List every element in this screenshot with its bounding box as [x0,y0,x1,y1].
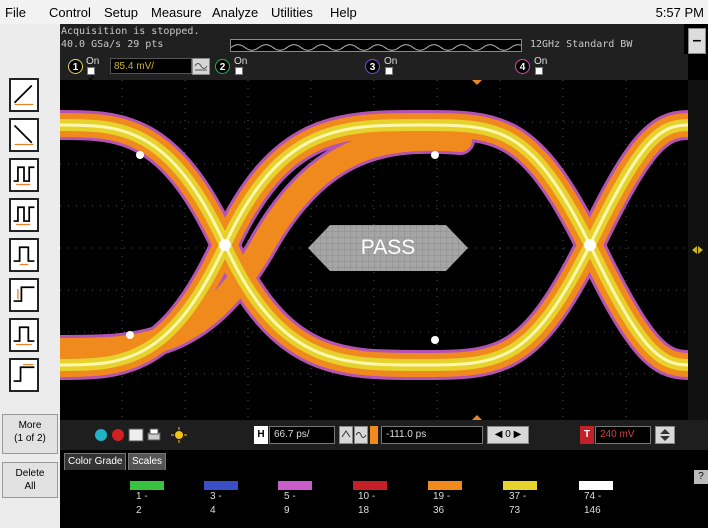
reference-selector[interactable]: ◀ 0 ▶ [487,426,529,444]
time-per-division-field[interactable]: 66.7 ps/ [269,426,335,444]
channel-1-waveform-icon[interactable] [192,58,210,75]
legend-swatch [130,481,164,490]
menu-bar: File Control Setup Measure Analyze Utili… [0,0,708,24]
waveform-scale-button[interactable] [354,426,368,444]
ref-value: 0 [505,429,511,440]
legend-swatch [428,481,462,490]
tab-color-grade[interactable]: Color Grade [64,453,127,471]
channel-2-on-label: On [234,56,248,67]
legend-range-bottom: 2 [136,505,142,516]
collapse-button[interactable]: – [688,28,706,54]
save-screen-icon[interactable] [128,427,144,448]
trigger-level-field[interactable]: 240 mV [595,426,651,444]
channel-2-checkbox[interactable] [235,67,243,75]
more-page-label: (1 of 2) [14,433,46,444]
delay-field[interactable]: -111.0 ps [381,426,483,444]
delete-all-button[interactable]: Delete All [2,462,58,498]
fine-adjust-button[interactable] [339,426,353,444]
control-bar: H 66.7 ps/ -111.0 ps ◀ 0 ▶ T 240 mV [60,420,688,450]
menu-help[interactable]: Help [330,5,357,20]
legend-range-top: 19 - [433,491,451,502]
legend-range-top: 3 - [210,491,222,502]
acquisition-state: Acquisition is stopped. [61,26,200,37]
ref-right-arrow[interactable]: ▶ [514,429,522,440]
menu-measure[interactable]: Measure [151,5,202,20]
legend-range-bottom: 18 [358,505,370,516]
fall-time-icon[interactable] [9,118,39,152]
legend-range-bottom: 146 [584,505,601,516]
period-icon[interactable] [9,158,39,192]
left-toolbar: More (1 of 2) Delete All [0,24,60,528]
sample-rate: 40.0 GSa/s 29 pts [61,39,164,50]
delay-marker [370,426,378,444]
channel-4-badge[interactable]: 4 [515,59,530,74]
top-level-icon[interactable] [9,358,39,392]
more-measurements-button[interactable]: More (1 of 2) [2,414,58,454]
tab-bar: Color Grade Scales [60,450,708,471]
menu-file[interactable]: File [5,5,26,20]
brightness-icon[interactable] [170,426,188,449]
legend-range-top: 37 - [509,491,527,502]
menu-utilities[interactable]: Utilities [271,5,313,20]
channel-1-badge[interactable]: 1 [68,59,83,74]
amplitude-icon[interactable] [9,278,39,312]
legend-range-bottom: 4 [210,505,216,516]
legend-range-bottom: 9 [284,505,290,516]
legend-range-top: 10 - [358,491,376,502]
cyan-ball-icon[interactable] [94,428,108,447]
mask-test-result: PASS [308,225,468,271]
right-control-gutter [688,420,708,450]
delete-label: Delete [15,468,45,479]
channel-4-checkbox[interactable] [535,67,543,75]
legend-swatch [503,481,537,490]
clock: 5:57 PM [655,5,704,20]
legend-swatch [278,481,312,490]
menu-control[interactable]: Control [49,5,91,20]
tab-scales[interactable]: Scales [128,453,167,471]
ref-left-arrow[interactable]: ◀ [495,429,503,440]
duty-cycle-icon[interactable] [9,318,39,352]
channel-1-on-label: On [86,56,100,67]
channel-bar: 1 On 85.4 mV/ 2 On 3 On 4 On [60,54,688,81]
legend-swatch [204,481,238,490]
legend-swatch [353,481,387,490]
more-label: More [18,420,42,431]
record-icon[interactable] [111,428,125,447]
right-gutter [688,80,708,420]
print-icon[interactable] [146,427,162,448]
trigger-waveform-overview [230,39,526,52]
legend-range-bottom: 36 [433,505,445,516]
channel-3-badge[interactable]: 3 [365,59,380,74]
menu-setup[interactable]: Setup [104,5,138,20]
horizontal-tag: H [254,426,268,444]
channel-4-on-label: On [534,56,548,67]
bandwidth-label: 12GHz Standard BW [530,39,633,50]
trigger-level-spinner[interactable] [655,426,675,444]
menu-analyze[interactable]: Analyze [212,5,258,20]
help-button[interactable]: ? [694,470,708,484]
trigger-tag: T [580,426,594,444]
channel-1-scale-field[interactable]: 85.4 mV/ [110,58,192,74]
channel-2-badge[interactable]: 2 [215,59,230,74]
positive-width-icon[interactable] [9,238,39,272]
legend-range-top: 5 - [284,491,296,502]
legend-swatch [579,481,613,490]
legend-range-top: 74 - [584,491,602,502]
channel-1-checkbox[interactable] [87,67,95,81]
rise-time-icon[interactable] [9,78,39,112]
color-grade-legend: 1 - 2 3 - 4 5 - 9 10 - 18 19 - 36 37 - 7… [60,470,708,528]
frequency-icon[interactable] [9,198,39,232]
channel-3-checkbox[interactable] [385,67,393,75]
delete-label-all: All [24,481,36,492]
channel-3-on-label: On [384,56,398,67]
legend-range-bottom: 73 [509,505,521,516]
legend-range-top: 1 - [136,491,148,502]
acquisition-status: Acquisition is stopped. 40.0 GSa/s 29 pt… [60,24,684,54]
pass-label: PASS [360,236,416,259]
